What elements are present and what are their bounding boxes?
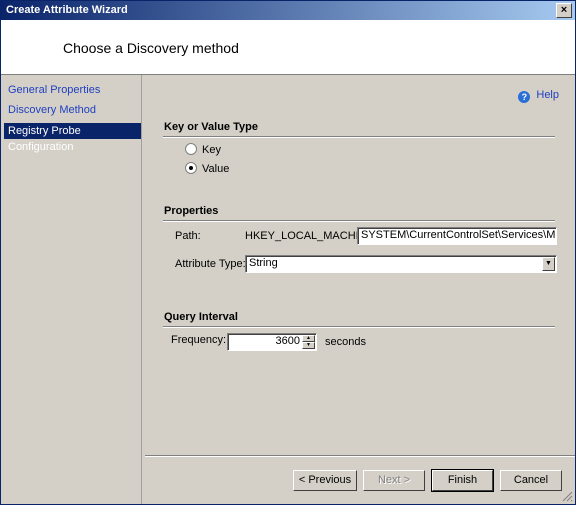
- attribute-type-value: String: [249, 257, 278, 269]
- key-or-value-heading: Key or Value Type: [164, 121, 258, 133]
- footer-divider: [145, 455, 575, 457]
- previous-button[interactable]: < Previous: [293, 470, 357, 491]
- frequency-label: Frequency:: [171, 334, 227, 346]
- spin-down-icon[interactable]: ▼: [302, 342, 315, 349]
- wizard-window: Create Attribute Wizard × Choose a Disco…: [0, 0, 576, 505]
- wizard-header: Choose a Discovery method: [1, 20, 575, 75]
- wizard-sidebar: General Properties Discovery Method Regi…: [1, 75, 142, 504]
- value-radio[interactable]: [185, 162, 197, 174]
- section-divider: [163, 220, 555, 222]
- help-icon: ?: [518, 91, 531, 103]
- help-label: Help: [536, 89, 559, 101]
- section-divider: [163, 136, 555, 138]
- frequency-spinner[interactable]: ▲ ▼: [302, 335, 315, 349]
- sidebar-item-general-properties[interactable]: General Properties: [4, 82, 141, 98]
- sidebar-item-discovery-method[interactable]: Discovery Method: [4, 102, 141, 118]
- chevron-down-icon[interactable]: ▼: [542, 257, 555, 271]
- path-input[interactable]: SYSTEM\CurrentControlSet\Services\MSSQLS: [357, 227, 557, 245]
- spin-up-icon[interactable]: ▲: [302, 335, 315, 342]
- properties-heading: Properties: [164, 205, 219, 217]
- resize-grip-icon[interactable]: [561, 490, 573, 502]
- next-button[interactable]: Next >: [363, 470, 425, 491]
- title-bar[interactable]: Create Attribute Wizard ×: [1, 1, 575, 20]
- window-title: Create Attribute Wizard: [6, 4, 128, 16]
- value-radio-label: Value: [202, 163, 230, 175]
- key-radio[interactable]: [185, 143, 197, 155]
- attribute-type-select[interactable]: String ▼: [245, 255, 557, 273]
- help-link[interactable]: ? Help: [518, 89, 559, 103]
- attribute-type-label: Attribute Type:: [175, 258, 246, 270]
- finish-button[interactable]: Finish: [431, 469, 494, 492]
- key-radio-option[interactable]: Key: [185, 143, 221, 157]
- value-radio-option[interactable]: Value: [185, 162, 229, 176]
- frequency-stepper[interactable]: 3600 ▲ ▼: [227, 333, 317, 351]
- key-radio-label: Key: [202, 144, 221, 156]
- close-button[interactable]: ×: [556, 3, 572, 18]
- frequency-value: 3600: [275, 335, 300, 347]
- query-interval-heading: Query Interval: [164, 311, 238, 323]
- page-title: Choose a Discovery method: [63, 40, 239, 56]
- frequency-unit: seconds: [325, 336, 366, 348]
- section-divider: [163, 326, 555, 328]
- sidebar-item-registry-probe-configuration[interactable]: Registry Probe Configuration: [4, 123, 141, 153]
- wizard-content: ? Help Key or Value Type Key Value Proper…: [145, 75, 575, 455]
- path-label: Path:: [175, 230, 201, 242]
- cancel-button[interactable]: Cancel: [500, 470, 562, 491]
